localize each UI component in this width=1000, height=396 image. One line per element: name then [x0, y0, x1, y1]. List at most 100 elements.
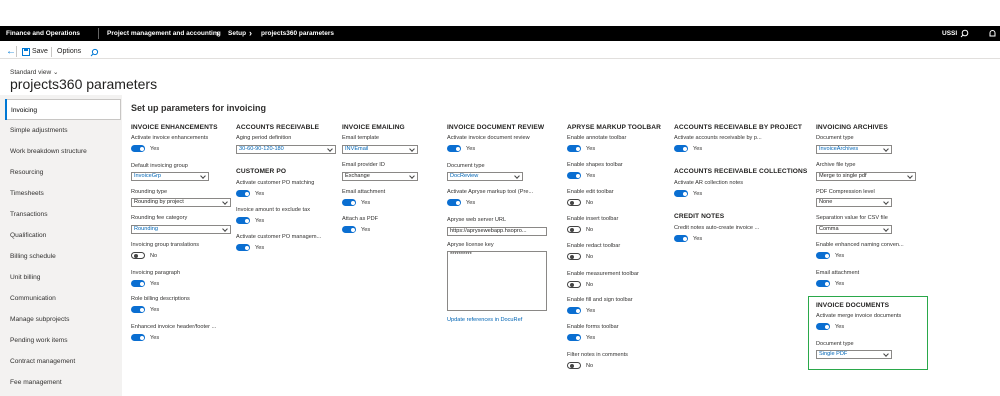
sidebar-item-qualification[interactable]: Qualification [5, 225, 121, 246]
field-label: Activate invoice enhancements [131, 135, 209, 141]
annotate-toolbar-toggle[interactable] [567, 145, 581, 152]
archive-document-type-input[interactable]: InvoiceArchives [816, 145, 892, 154]
redact-toolbar-toggle[interactable] [567, 253, 581, 260]
field-label: Enable measurement toolbar [567, 271, 639, 277]
email-provider-select[interactable]: Exchange [342, 172, 418, 181]
accounts-receivable-header: ACCOUNTS RECEIVABLE [236, 124, 320, 131]
forms-toolbar-toggle[interactable] [567, 334, 581, 341]
toggle-state: Yes [150, 146, 160, 152]
field-label: Email template [342, 135, 379, 141]
email-attachment-toggle[interactable] [342, 199, 356, 206]
sidebar-item-pending-work-items[interactable]: Pending work items [5, 330, 121, 351]
bell-icon[interactable] [988, 29, 997, 38]
enhanced-header-footer-toggle[interactable] [131, 334, 145, 341]
field-label: Enable redact toolbar [567, 243, 621, 249]
enhanced-naming-toggle[interactable] [816, 252, 830, 259]
field-label: Enable enhanced naming conven... [816, 242, 904, 248]
aging-period-input[interactable]: 30-60-90-120-180 [236, 145, 336, 154]
default-invoicing-group-input[interactable]: InvoiceGrp [131, 172, 209, 181]
toggle-state: Yes [361, 200, 371, 206]
filter-notes-toggle[interactable] [567, 362, 581, 369]
field-label: Activate AR collection notes [674, 180, 744, 186]
invoice-document-review-toggle[interactable] [447, 145, 461, 152]
fill-sign-toolbar-toggle[interactable] [567, 307, 581, 314]
credit-notes-auto-create-toggle[interactable] [674, 235, 688, 242]
ar-collection-notes-toggle[interactable] [674, 190, 688, 197]
toggle-state: Yes [586, 308, 596, 314]
breadcrumb-page[interactable]: projects360 parameters [261, 30, 334, 37]
app-name[interactable]: Finance and Operations [6, 30, 80, 37]
toggle-state: Yes [150, 307, 160, 313]
email-template-input[interactable]: INVEmail [342, 145, 418, 154]
ar-by-project-toggle[interactable] [674, 145, 688, 152]
invoicing-archives-header: INVOICING ARCHIVES [816, 124, 888, 131]
invoice-enhancements-header: INVOICE ENHANCEMENTS [131, 124, 218, 131]
toggle-state: Yes [466, 146, 476, 152]
chevron-right-icon: › [249, 28, 252, 38]
field-label: Invoice amount to exclude tax [236, 207, 311, 213]
update-references-link[interactable]: Update references in DocuRef [447, 317, 522, 323]
pdf-compression-select[interactable]: None [816, 198, 892, 207]
field-label: Filter notes in comments [567, 352, 628, 358]
sidebar-item-timesheets[interactable]: Timesheets [5, 183, 121, 204]
invoicing-group-translations-toggle[interactable] [131, 252, 145, 259]
sidebar-item-fee-management[interactable]: Fee management [5, 372, 121, 393]
archive-file-type-select[interactable]: Merge to single pdf [816, 172, 916, 181]
chevron-right-icon: › [216, 28, 219, 38]
invoice-document-review-header: INVOICE DOCUMENT REVIEW [447, 124, 545, 131]
sidebar-item-invoicing[interactable]: Invoicing [5, 99, 121, 120]
attach-as-pdf-toggle[interactable] [342, 226, 356, 233]
customer-po-management-toggle[interactable] [236, 244, 250, 251]
sidebar-item-transactions[interactable]: Transactions [5, 204, 121, 225]
toggle-state: No [586, 282, 594, 288]
sidebar-item-resourcing[interactable]: Resourcing [5, 162, 121, 183]
sidebar-item-contract-management[interactable]: Contract management [5, 351, 121, 372]
role-billing-descriptions-toggle[interactable] [131, 306, 145, 313]
breadcrumb-module[interactable]: Project management and accounting [107, 30, 221, 37]
sidebar-item-wbs[interactable]: Work breakdown structure [5, 141, 121, 162]
apryse-url-input[interactable]: https://aprysewebapp.hsopro... [447, 227, 547, 236]
chevron-down-icon: ⌄ [53, 69, 59, 76]
rounding-fee-category-input[interactable]: Rounding [131, 225, 231, 234]
measurement-toolbar-toggle[interactable] [567, 281, 581, 288]
search-icon[interactable] [90, 48, 99, 57]
field-label: Separation value for CSV file [816, 215, 888, 221]
apryse-license-key-textarea[interactable]: ********** [447, 251, 547, 311]
field-label: Invoicing paragraph [131, 270, 181, 276]
toggle-state: Yes [361, 227, 371, 233]
exclude-tax-toggle[interactable] [236, 217, 250, 224]
apryse-markup-toggle[interactable] [447, 199, 461, 206]
toggle-state: Yes [586, 335, 596, 341]
search-icon[interactable] [960, 29, 969, 38]
csv-separator-select[interactable]: Comma [816, 225, 892, 234]
archive-email-attachment-toggle[interactable] [816, 280, 830, 287]
customer-po-matching-toggle[interactable] [236, 190, 250, 197]
company-label[interactable]: USSI [942, 30, 957, 37]
invoice-document-type-input[interactable]: Single PDF [816, 350, 892, 359]
field-label: Activate customer PO managem... [236, 234, 322, 240]
save-button[interactable]: Save [32, 48, 48, 55]
sidebar-item-manage-subprojects[interactable]: Manage subprojects [5, 309, 121, 330]
view-selector[interactable]: Standard view ⌄ [10, 68, 58, 76]
rounding-type-select[interactable]: Rounding by project [131, 198, 231, 207]
toggle-state: Yes [255, 245, 265, 251]
sidebar-item-communication[interactable]: Communication [5, 288, 121, 309]
sidebar-item-billing-schedule[interactable]: Billing schedule [5, 246, 121, 267]
insert-toolbar-toggle[interactable] [567, 226, 581, 233]
shapes-toolbar-toggle[interactable] [567, 172, 581, 179]
merge-invoice-documents-toggle[interactable] [816, 323, 830, 330]
review-document-type-input[interactable]: DocReview [447, 172, 523, 181]
toggle-state: Yes [586, 173, 596, 179]
invoicing-paragraph-toggle[interactable] [131, 280, 145, 287]
field-label: Enable fill and sign toolbar [567, 297, 633, 303]
sidebar-item-simple-adjustments[interactable]: Simple adjustments [5, 120, 121, 141]
sidebar-item-unit-billing[interactable]: Unit billing [5, 267, 121, 288]
field-label: Activate invoice document review [447, 135, 530, 141]
edit-toolbar-toggle[interactable] [567, 199, 581, 206]
back-arrow-icon[interactable]: ← [6, 46, 16, 57]
toggle-state: Yes [255, 218, 265, 224]
activate-invoice-enhancements-toggle[interactable] [131, 145, 145, 152]
breadcrumb-setup[interactable]: Setup [228, 30, 246, 37]
options-button[interactable]: Options [57, 48, 81, 55]
toggle-state: Yes [466, 200, 476, 206]
